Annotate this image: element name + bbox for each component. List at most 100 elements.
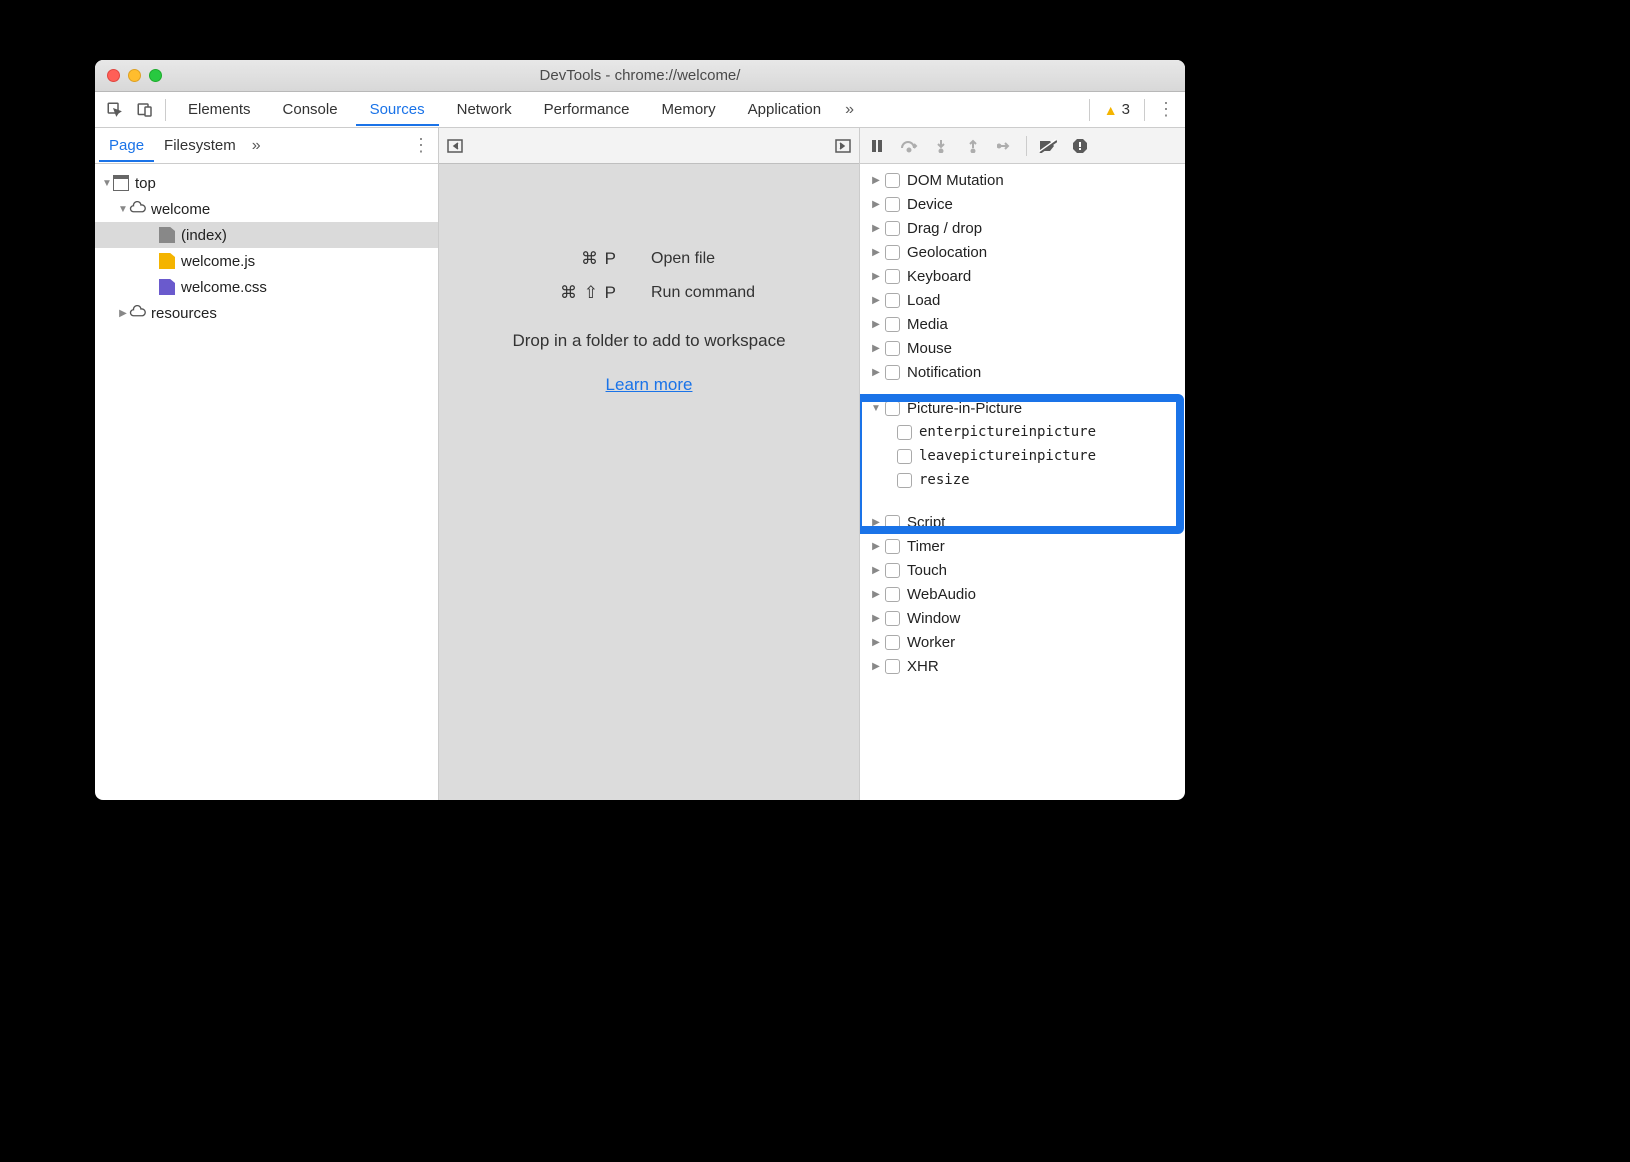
breakpoint-category[interactable]: ▶WebAudio [860,582,1185,606]
maximize-button[interactable] [149,69,162,82]
collapse-icon: ▶ [870,541,882,552]
checkbox[interactable] [897,449,912,464]
warnings-badge[interactable]: ▲ 3 [1096,101,1138,118]
collapse-icon: ▶ [870,247,882,258]
navigator-panel: PageFilesystem » ⋮ ▼ top ▼ welcome [95,128,439,800]
main-content: PageFilesystem » ⋮ ▼ top ▼ welcome [95,128,1185,800]
breakpoint-category[interactable]: ▶ Notification [860,360,1185,384]
checkbox[interactable] [885,587,900,602]
tab-memory[interactable]: Memory [648,94,730,126]
checkbox[interactable] [897,473,912,488]
collapse-icon: ▶ [870,319,882,330]
show-navigator-icon[interactable] [445,136,465,156]
checkbox[interactable] [885,515,900,530]
navigator-tabs: PageFilesystem » ⋮ [95,128,438,164]
minimize-button[interactable] [128,69,141,82]
warning-icon: ▲ [1104,102,1118,118]
deactivate-breakpoints-icon[interactable] [1037,135,1059,157]
more-tabs-icon[interactable]: » [839,101,860,119]
event-label: enterpictureinpicture [919,424,1096,440]
checkbox[interactable] [885,635,900,650]
checkbox[interactable] [885,221,900,236]
checkbox[interactable] [885,659,900,674]
collapse-icon: ▶ [870,271,882,282]
checkbox[interactable] [897,425,912,440]
collapse-icon: ▶ [870,199,882,210]
tab-performance[interactable]: Performance [530,94,644,126]
breakpoint-category[interactable]: ▶Keyboard [860,264,1185,288]
breakpoint-category[interactable]: ▶Load [860,288,1185,312]
breakpoint-category[interactable]: ▶XHR [860,654,1185,678]
breakpoint-category[interactable]: ▶Touch [860,558,1185,582]
tab-elements[interactable]: Elements [174,94,265,126]
more-navigator-tabs-icon[interactable]: » [246,137,267,155]
checkbox[interactable] [885,365,900,380]
tree-node-welcome-js[interactable]: welcome.js [95,248,438,274]
open-file-hint: ⌘ P Open file [527,249,771,269]
editor-toolbar [439,128,859,164]
toolbar-separator [1089,99,1090,121]
checkbox[interactable] [885,539,900,554]
breakpoint-category[interactable]: ▶Timer [860,534,1185,558]
navigator-tab-filesystem[interactable]: Filesystem [154,130,246,162]
tab-network[interactable]: Network [443,94,526,126]
breakpoint-event[interactable]: resize [860,468,1185,492]
close-button[interactable] [107,69,120,82]
category-label: DOM Mutation [907,172,1004,189]
breakpoint-category[interactable]: ▶Worker [860,630,1185,654]
tab-sources[interactable]: Sources [356,94,439,126]
tree-node-resources[interactable]: ▶ resources [95,300,438,326]
checkbox[interactable] [885,293,900,308]
navigator-tab-page[interactable]: Page [99,130,154,162]
breakpoint-category-picture-in-picture[interactable]: ▼ Picture-in-Picture [860,396,1185,420]
breakpoint-category[interactable]: ▶Geolocation [860,240,1185,264]
frame-icon [113,175,129,191]
category-label: Notification [907,364,981,381]
tree-node-index[interactable]: (index) [95,222,438,248]
category-label: Picture-in-Picture [907,400,1022,417]
breakpoint-category[interactable]: ▶Script [860,510,1185,534]
breakpoint-category[interactable]: ▶Drag / drop [860,216,1185,240]
toolbar-separator [165,99,166,121]
tab-console[interactable]: Console [269,94,352,126]
breakpoint-event[interactable]: enterpictureinpicture [860,420,1185,444]
breakpoint-category[interactable]: ▶ Window [860,606,1185,630]
device-toggle-icon[interactable] [131,96,159,124]
step-into-icon[interactable] [930,135,952,157]
settings-menu-icon[interactable]: ⋮ [1151,99,1179,120]
collapse-icon: ▶ [870,367,882,378]
checkbox[interactable] [885,245,900,260]
step-over-icon[interactable] [898,135,920,157]
show-debugger-icon[interactable] [833,136,853,156]
checkbox[interactable] [885,197,900,212]
breakpoint-category[interactable]: ▶Media [860,312,1185,336]
pause-icon[interactable] [866,135,888,157]
breakpoint-event[interactable]: leavepictureinpicture [860,444,1185,468]
tree-node-welcome[interactable]: ▼ welcome [95,196,438,222]
breakpoint-category[interactable]: ▶Mouse [860,336,1185,360]
navigator-menu-icon[interactable]: ⋮ [406,135,434,156]
step-icon[interactable] [994,135,1016,157]
tab-application[interactable]: Application [734,94,835,126]
tree-node-welcome-css[interactable]: welcome.css [95,274,438,300]
checkbox[interactable] [885,269,900,284]
collapse-icon: ▶ [117,308,129,319]
checkbox[interactable] [885,611,900,626]
checkbox[interactable] [885,563,900,578]
inspect-icon[interactable] [101,96,129,124]
checkbox[interactable] [885,173,900,188]
collapse-icon: ▶ [870,613,882,624]
checkbox[interactable] [885,341,900,356]
collapse-icon: ▶ [870,223,882,234]
step-out-icon[interactable] [962,135,984,157]
learn-more-link[interactable]: Learn more [606,375,693,395]
breakpoint-category[interactable]: ▶DOM Mutation [860,168,1185,192]
checkbox[interactable] [885,317,900,332]
breakpoint-category[interactable]: ▶Device [860,192,1185,216]
collapse-icon: ▶ [870,589,882,600]
checkbox[interactable] [885,401,900,416]
category-label: Window [907,610,960,627]
tree-node-top[interactable]: ▼ top [95,170,438,196]
pause-on-exceptions-icon[interactable] [1069,135,1091,157]
category-label: Mouse [907,340,952,357]
